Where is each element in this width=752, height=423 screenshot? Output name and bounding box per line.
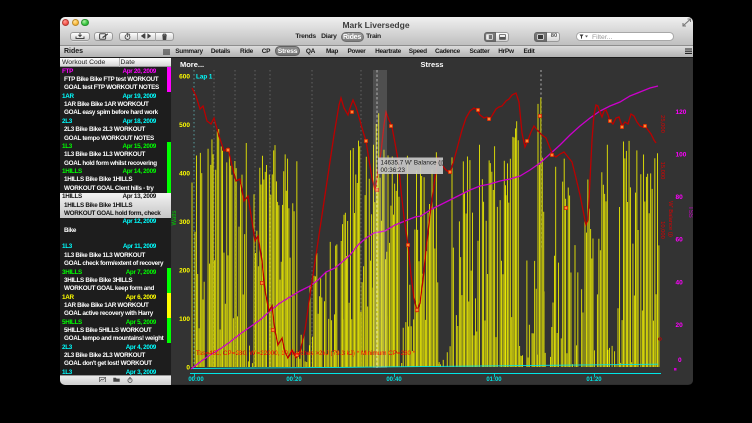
svg-text:Tss=451, CP=280, W'=22000, 10: Tss=451, CP=280, W'=22000, 10 matches >2… <box>196 350 416 357</box>
svg-text:100: 100 <box>675 151 686 158</box>
svg-text:Stress: Stress <box>421 60 444 69</box>
svg-text:0: 0 <box>678 357 682 364</box>
svg-text:25,000: 25,000 <box>659 115 665 133</box>
svg-text:00:36:23: 00:36:23 <box>381 167 406 174</box>
svg-text:00:00: 00:00 <box>188 377 204 383</box>
svg-text:Watts: Watts <box>172 210 178 225</box>
svg-text:500: 500 <box>179 122 190 129</box>
svg-text:0: 0 <box>186 364 190 371</box>
svg-text:00:20: 00:20 <box>286 377 302 383</box>
svg-text:15,000: 15,000 <box>659 162 665 180</box>
svg-text:10,000: 10,000 <box>659 221 665 239</box>
svg-text:More...: More... <box>180 60 204 69</box>
svg-text:120: 120 <box>675 109 686 116</box>
svg-text:20: 20 <box>675 322 683 329</box>
svg-text:00:40: 00:40 <box>386 377 402 383</box>
svg-text:01:20: 01:20 <box>586 377 602 383</box>
svg-text:60: 60 <box>675 237 683 244</box>
svg-text:14635.7 W' Balance (j): 14635.7 W' Balance (j) <box>381 159 444 166</box>
svg-text:400: 400 <box>179 170 190 177</box>
svg-text:40: 40 <box>675 279 683 286</box>
svg-text:600: 600 <box>179 73 190 80</box>
svg-text:100: 100 <box>179 316 190 323</box>
svg-text:80: 80 <box>675 194 683 201</box>
svg-text:200: 200 <box>179 267 190 274</box>
svg-text:Lap 1: Lap 1 <box>196 73 213 80</box>
svg-text:W' Balance (j): W' Balance (j) <box>667 201 673 237</box>
svg-text:TSS: TSS <box>687 206 693 218</box>
svg-text:01:00: 01:00 <box>486 377 502 383</box>
svg-text:300: 300 <box>179 219 190 226</box>
